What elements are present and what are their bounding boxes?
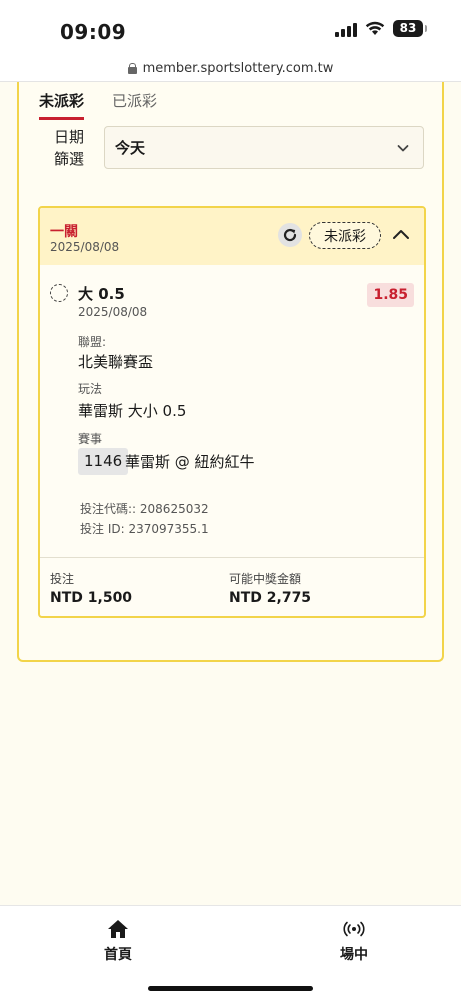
status-bar: 09:09 83 xyxy=(0,0,461,56)
bet-card: 一關 2025/08/08 未派彩 大 0.5 2025/08/08 1.85 … xyxy=(38,206,426,618)
bet-date: 2025/08/08 xyxy=(50,240,120,254)
nav-home[interactable]: 首頁 xyxy=(88,918,148,964)
nav-live[interactable]: 場中 xyxy=(324,918,384,964)
market-label: 玩法 xyxy=(78,382,103,396)
odds-badge: 1.85 xyxy=(367,283,414,307)
tab-bar: 未派彩 已派彩 xyxy=(39,90,157,120)
stake-value: NTD 1,500 xyxy=(50,590,133,606)
url-bar[interactable]: member.sportslottery.com.tw xyxy=(0,56,461,82)
nav-live-label: 場中 xyxy=(340,947,368,963)
battery-icon: 83 xyxy=(393,20,427,37)
bet-code: 投注代碼:: 208625032 xyxy=(80,502,209,516)
status-icons: 83 xyxy=(335,20,427,37)
home-icon xyxy=(88,918,148,940)
live-broadcast-icon xyxy=(324,918,384,940)
event-name: 華雷斯 @ 紐約紅牛 xyxy=(125,453,255,471)
event-id-badge: 1146 xyxy=(78,448,129,475)
market-value: 華雷斯 大小 0.5 xyxy=(78,402,187,420)
payout-value: NTD 2,775 xyxy=(229,590,312,606)
chevron-down-icon xyxy=(397,144,409,151)
bet-card-header[interactable]: 一關 2025/08/08 未派彩 xyxy=(40,208,424,265)
bet-card-footer: 投注 NTD 1,500 可能中獎金額 NTD 2,775 xyxy=(40,557,424,616)
refresh-icon[interactable] xyxy=(278,223,302,247)
date-filter-value: 今天 xyxy=(115,139,146,157)
signal-icon xyxy=(335,21,357,37)
stake-label: 投注 xyxy=(50,572,75,586)
status-badge: 未派彩 xyxy=(309,222,381,249)
date-filter-label: 日期 篩選 xyxy=(53,128,84,168)
payout-label: 可能中獎金額 xyxy=(229,572,302,586)
url-text: member.sportslottery.com.tw xyxy=(142,61,334,76)
league-label: 聯盟: xyxy=(78,335,107,349)
league-value: 北美聯賽盃 xyxy=(78,353,154,371)
tab-settled[interactable]: 已派彩 xyxy=(112,90,157,120)
date-filter-select[interactable]: 今天 xyxy=(104,126,424,169)
lock-icon xyxy=(127,63,137,74)
chevron-up-icon[interactable] xyxy=(391,227,411,241)
tab-unsettled[interactable]: 未派彩 xyxy=(39,90,85,120)
home-indicator xyxy=(148,986,313,991)
bet-id: 投注 ID: 237097355.1 xyxy=(80,522,209,536)
status-time: 09:09 xyxy=(60,20,127,44)
selection-name: 大 0.5 xyxy=(78,285,125,303)
selection-date: 2025/08/08 xyxy=(78,305,148,319)
bet-type: 一關 xyxy=(50,224,78,240)
pending-status-icon xyxy=(50,284,68,302)
nav-home-label: 首頁 xyxy=(104,947,132,963)
wifi-icon xyxy=(365,21,385,36)
event-label: 賽事 xyxy=(78,432,103,446)
bet-history-panel: 未派彩 已派彩 日期 篩選 今天 一關 2025/08/08 未派彩 大 0.5… xyxy=(17,82,444,662)
